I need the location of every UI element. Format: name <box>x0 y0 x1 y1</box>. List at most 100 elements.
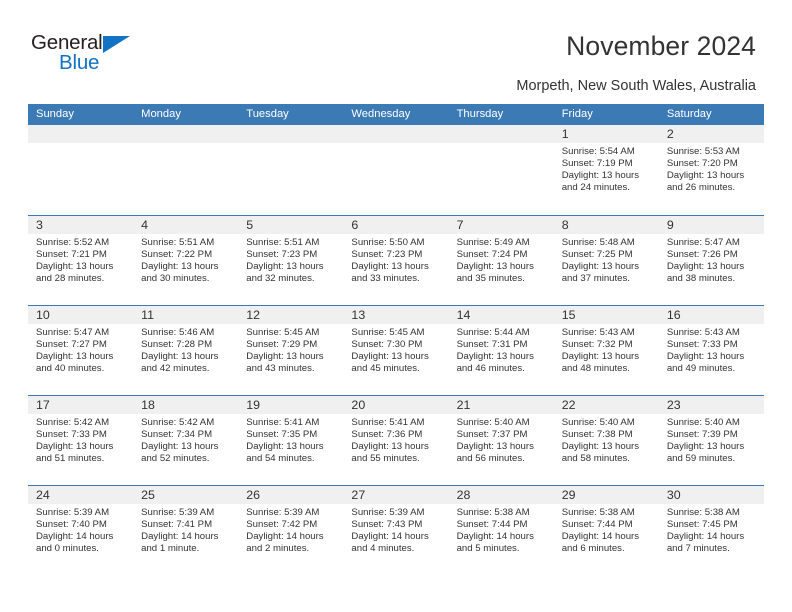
calendar-day-cell[interactable]: 12 Sunrise: 5:45 AM Sunset: 7:29 PM Dayligh… <box>238 306 344 395</box>
daylight-text-line2: and 30 minutes. <box>141 273 210 285</box>
weekday-header-sunday: Sunday <box>36 108 74 120</box>
daylight-text-line1: Daylight: 13 hours <box>36 441 114 453</box>
calendar-day-cell[interactable]: 4 Sunrise: 5:51 AM Sunset: 7:22 PM Daylight… <box>133 216 239 305</box>
calendar-day-cell[interactable]: 17 Sunrise: 5:42 AM Sunset: 7:33 PM Dayligh… <box>28 396 134 485</box>
day-sun-info: Sunrise: 5:51 AM Sunset: 7:22 PM Daylight:… <box>133 234 238 285</box>
daylight-text-line1: Daylight: 14 hours <box>246 531 324 543</box>
daylight-text-line1: Daylight: 13 hours <box>246 261 324 273</box>
calendar-day-cell[interactable]: 10 Sunrise: 5:47 AM Sunset: 7:27 PM Dayligh… <box>28 306 134 395</box>
daylight-text-line1: Daylight: 13 hours <box>561 351 640 363</box>
calendar-day-cell[interactable]: 6 Sunrise: 5:50 AM Sunset: 7:23 PM Daylight… <box>343 216 449 305</box>
calendar-grid: Sunday Monday Tuesday Wednesday Thursday… <box>28 104 764 575</box>
calendar-day-cell[interactable]: 26 Sunrise: 5:39 AM Sunset: 7:42 PM Dayligh… <box>238 486 344 575</box>
day-number: 7 <box>456 218 464 232</box>
sunrise-text: Sunrise: 5:41 AM <box>351 417 425 428</box>
day-sun-info: Sunrise: 5:47 AM Sunset: 7:27 PM Daylight:… <box>28 324 133 375</box>
calendar-day-cell[interactable]: 19 Sunrise: 5:41 AM Sunset: 7:35 PM Dayligh… <box>238 396 344 485</box>
day-number: 24 <box>36 488 50 502</box>
triangle-logo-icon <box>103 35 130 53</box>
calendar-day-cell[interactable]: 24 Sunrise: 5:39 AM Sunset: 7:40 PM Dayligh… <box>28 486 134 575</box>
calendar-day-cell[interactable]: 25 Sunrise: 5:39 AM Sunset: 7:41 PM Dayligh… <box>133 486 239 575</box>
calendar-day-cell[interactable]: 5 Sunrise: 5:51 AM Sunset: 7:23 PM Daylight… <box>238 216 344 305</box>
calendar-day-cell[interactable]: 7 Sunrise: 5:49 AM Sunset: 7:24 PM Daylight… <box>448 216 554 305</box>
day-number: 30 <box>666 488 681 502</box>
sunrise-text: Sunrise: 5:50 AM <box>351 237 425 248</box>
daylight-text-line2: and 28 minutes. <box>36 273 105 285</box>
daylight-text-line2: and 26 minutes. <box>666 182 736 194</box>
weekday-header-thursday: Thursday <box>456 108 504 120</box>
calendar-day-cell[interactable]: 18 Sunrise: 5:42 AM Sunset: 7:34 PM Dayligh… <box>133 396 239 485</box>
logo-text-blue: Blue <box>59 51 100 74</box>
day-number-band: 20 <box>343 396 449 414</box>
day-number: 14 <box>456 308 471 322</box>
calendar-day-cell[interactable]: 28 Sunrise: 5:38 AM Sunset: 7:44 PM Dayligh… <box>448 486 554 575</box>
daylight-text-line1: Daylight: 13 hours <box>561 170 640 182</box>
weekday-header-monday: Monday <box>141 108 181 120</box>
day-number-band <box>28 125 134 143</box>
daylight-text-line2: and 7 minutes. <box>666 543 730 555</box>
day-sun-info: Sunrise: 5:40 AM Sunset: 7:38 PM Daylight:… <box>554 414 659 465</box>
calendar-day-cell[interactable]: 8 Sunrise: 5:48 AM Sunset: 7:25 PM Daylight… <box>553 216 659 305</box>
day-sun-info: Sunrise: 5:41 AM Sunset: 7:35 PM Daylight:… <box>238 414 343 465</box>
sunset-text: Sunset: 7:22 PM <box>141 249 213 261</box>
day-sun-info: Sunrise: 5:53 AM Sunset: 7:20 PM Daylight:… <box>659 143 764 194</box>
day-number-band: 8 <box>553 216 659 234</box>
calendar-day-cell[interactable]: 11 Sunrise: 5:46 AM Sunset: 7:28 PM Dayligh… <box>133 306 239 395</box>
calendar-day-cell[interactable]: 9 Sunrise: 5:47 AM Sunset: 7:26 PM Daylight… <box>658 216 764 305</box>
calendar-day-cell[interactable]: 30 Sunrise: 5:38 AM Sunset: 7:45 PM Dayligh… <box>658 486 764 575</box>
sunrise-text: Sunrise: 5:52 AM <box>36 237 110 248</box>
calendar-day-cell[interactable]: 21 Sunrise: 5:40 AM Sunset: 7:37 PM Dayligh… <box>448 396 554 485</box>
calendar-day-cell[interactable]: 20 Sunrise: 5:41 AM Sunset: 7:36 PM Dayligh… <box>343 396 449 485</box>
calendar-day-cell[interactable]: 14 Sunrise: 5:44 AM Sunset: 7:31 PM Dayligh… <box>448 306 554 395</box>
sunset-text: Sunset: 7:35 PM <box>246 429 318 441</box>
calendar-day-cell[interactable]: 3 Sunrise: 5:52 AM Sunset: 7:21 PM Daylight… <box>28 216 134 305</box>
calendar-day-cell[interactable]: 22 Sunrise: 5:40 AM Sunset: 7:38 PM Dayligh… <box>553 396 659 485</box>
day-sun-info: Sunrise: 5:52 AM Sunset: 7:21 PM Daylight:… <box>28 234 133 285</box>
calendar-day-cell[interactable]: 13 Sunrise: 5:45 AM Sunset: 7:30 PM Dayligh… <box>343 306 449 395</box>
sunset-text: Sunset: 7:30 PM <box>351 339 423 351</box>
calendar-day-cell[interactable]: 23 Sunrise: 5:40 AM Sunset: 7:39 PM Dayligh… <box>658 396 764 485</box>
daylight-text-line1: Daylight: 14 hours <box>36 531 114 543</box>
sunset-text: Sunset: 7:41 PM <box>141 519 213 531</box>
daylight-text-line1: Daylight: 13 hours <box>246 351 324 363</box>
calendar-day-cell[interactable]: 1 Sunrise: 5:54 AM Sunset: 7:19 PM Daylight… <box>553 125 659 215</box>
day-sun-info: Sunrise: 5:39 AM Sunset: 7:41 PM Daylight:… <box>133 504 238 555</box>
day-number-band: 11 <box>133 306 239 324</box>
sunrise-text: Sunrise: 5:39 AM <box>36 507 110 518</box>
daylight-text-line2: and 2 minutes. <box>246 543 310 555</box>
day-number: 3 <box>36 218 43 232</box>
sunset-text: Sunset: 7:27 PM <box>36 339 107 351</box>
sunset-text: Sunset: 7:23 PM <box>246 249 318 261</box>
day-sun-info: Sunrise: 5:49 AM Sunset: 7:24 PM Daylight:… <box>449 234 554 285</box>
day-number-band: 15 <box>553 306 659 324</box>
daylight-text-line1: Daylight: 13 hours <box>666 170 745 182</box>
day-number-band: 18 <box>133 396 239 414</box>
day-sun-info: Sunrise: 5:39 AM Sunset: 7:40 PM Daylight:… <box>28 504 133 555</box>
day-number-band: 14 <box>448 306 554 324</box>
generalblue-logo[interactable]: General Blue <box>31 32 211 85</box>
daylight-text-line2: and 49 minutes. <box>666 363 736 375</box>
day-number-band: 19 <box>238 396 344 414</box>
day-number: 5 <box>246 218 254 232</box>
calendar-page: General Blue November 2024 Morpeth, New … <box>0 0 792 612</box>
day-sun-info: Sunrise: 5:47 AM Sunset: 7:26 PM Daylight:… <box>659 234 764 285</box>
sunset-text: Sunset: 7:44 PM <box>456 519 528 531</box>
calendar-day-cell[interactable]: 16 Sunrise: 5:43 AM Sunset: 7:33 PM Dayligh… <box>658 306 764 395</box>
daylight-text-line1: Daylight: 13 hours <box>351 441 429 453</box>
calendar-day-cell[interactable]: 27 Sunrise: 5:39 AM Sunset: 7:43 PM Dayligh… <box>343 486 449 575</box>
calendar-day-cell[interactable]: 29 Sunrise: 5:38 AM Sunset: 7:44 PM Dayligh… <box>553 486 659 575</box>
calendar-week-row: 24 Sunrise: 5:39 AM Sunset: 7:40 PM Dayligh… <box>28 485 764 575</box>
calendar-week-row: 1 Sunrise: 5:54 AM Sunset: 7:19 PM Daylight… <box>28 125 764 215</box>
day-sun-info: Sunrise: 5:50 AM Sunset: 7:23 PM Daylight:… <box>343 234 448 285</box>
sunrise-text: Sunrise: 5:47 AM <box>666 237 740 248</box>
daylight-text-line2: and 59 minutes. <box>666 453 736 465</box>
calendar-day-cell[interactable]: 2 Sunrise: 5:53 AM Sunset: 7:20 PM Daylight… <box>658 125 764 215</box>
day-number: 23 <box>666 398 681 412</box>
sunrise-text: Sunrise: 5:47 AM <box>36 327 110 338</box>
day-number-band: 3 <box>28 216 134 234</box>
calendar-day-cell[interactable]: 15 Sunrise: 5:43 AM Sunset: 7:32 PM Dayligh… <box>553 306 659 395</box>
sunset-text: Sunset: 7:45 PM <box>666 519 738 531</box>
sunset-text: Sunset: 7:33 PM <box>666 339 738 351</box>
sunset-text: Sunset: 7:32 PM <box>561 339 633 351</box>
day-number-band: 30 <box>658 486 764 504</box>
